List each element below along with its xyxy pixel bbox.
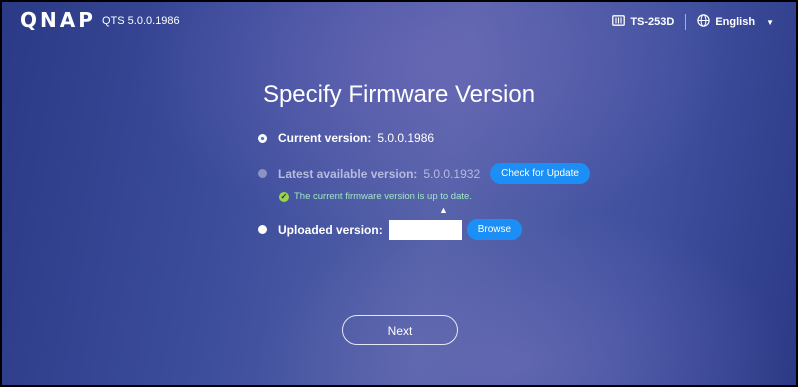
mouse-cursor-icon: ▲ [439,205,448,215]
latest-version-label: Latest available version: [278,166,418,181]
language-label: English [715,16,756,28]
header-divider [685,14,687,30]
current-version-option[interactable]: Current version: 5.0.0.1986 [258,131,444,145]
header-right: TS-253D English ▼ [612,13,774,31]
browse-button[interactable]: Browse [466,219,523,240]
next-button[interactable]: Next [342,315,458,345]
check-for-update-button[interactable]: Check for Update [490,163,590,184]
device-name: TS-253D [630,16,675,28]
status-text: The current firmware version is up to da… [294,191,472,202]
uploaded-version-field[interactable] [388,219,462,240]
firmware-setup-screen: QNAP QTS 5.0.0.1986 TS-253D English ▼ Sp… [2,2,796,385]
language-selector[interactable]: English ▼ [697,14,774,30]
check-circle-icon: ✓ [279,191,289,202]
globe-icon [697,14,711,30]
device-info[interactable]: TS-253D [612,15,674,29]
current-version-value: 5.0.0.1986 [377,131,435,145]
status-message: ✓ The current firmware version is up to … [279,191,472,202]
latest-version-radio[interactable] [258,169,267,178]
page-title: Specify Firmware Version [262,81,536,108]
server-icon [612,15,626,29]
uploaded-version-radio[interactable] [258,225,267,234]
qts-version-label: QTS 5.0.0.1986 [102,15,180,27]
current-version-radio[interactable] [258,133,267,143]
qnap-logo: QNAP [20,8,96,32]
current-version-label: Current version: [278,131,372,145]
latest-version-option[interactable]: Latest available version: 5.0.0.1932 Che… [258,163,590,184]
uploaded-version-option[interactable]: Uploaded version: Browse [258,219,523,240]
latest-version-value: 5.0.0.1932 [423,166,481,181]
uploaded-version-label: Uploaded version: [278,222,383,237]
chevron-down-icon: ▼ [766,17,774,27]
